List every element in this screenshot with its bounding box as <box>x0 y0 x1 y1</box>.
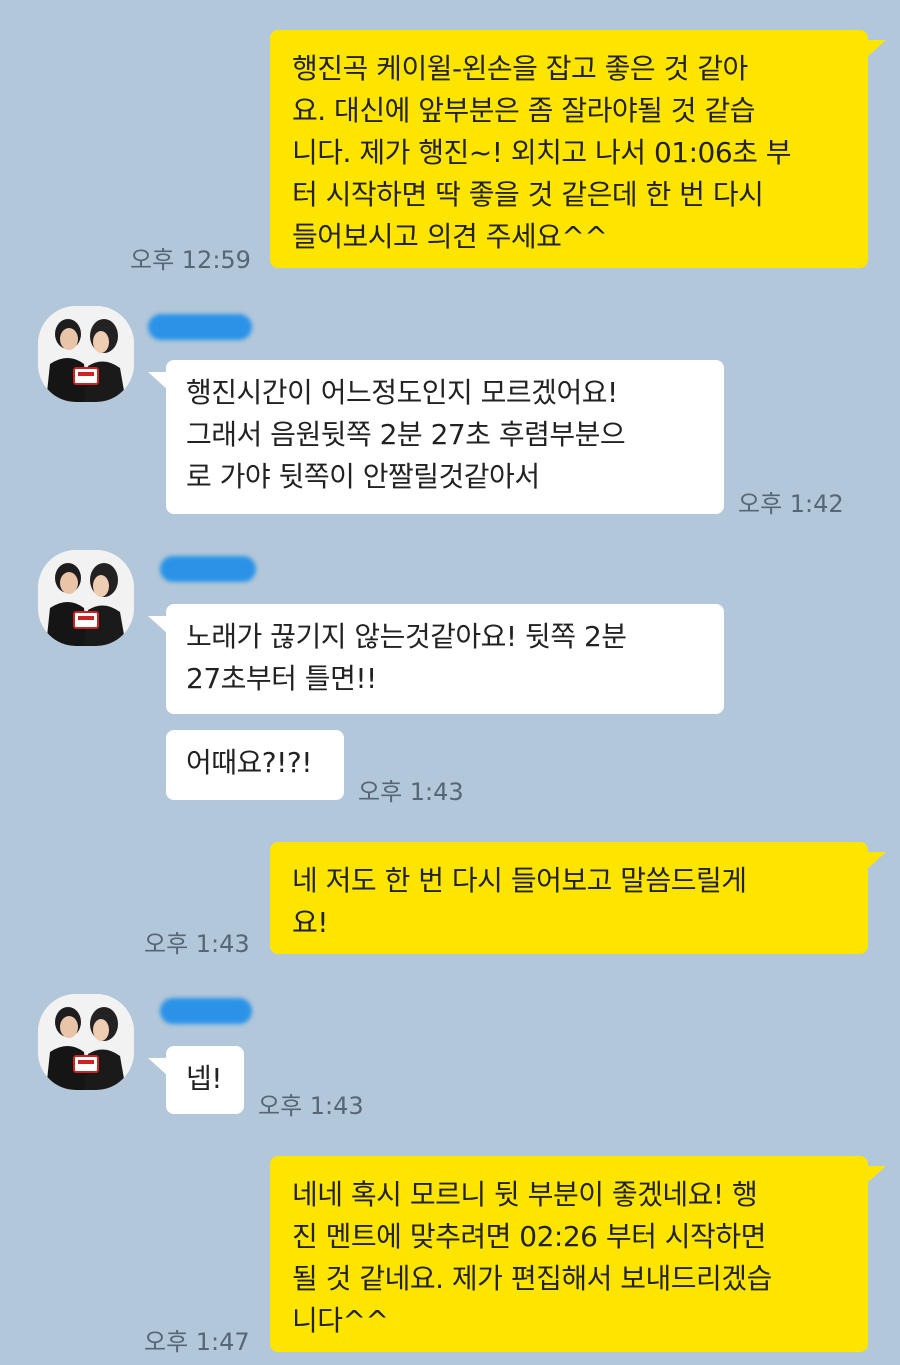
outgoing-message-bubble[interactable]: 행진곡 케이윌-왼손을 잡고 좋은 것 같아 요. 대신에 앞부분은 좀 잘라야… <box>270 30 868 268</box>
message-time: 오후 1:43 <box>144 930 250 958</box>
sender-name-redacted <box>148 314 252 340</box>
avatar[interactable] <box>38 306 134 402</box>
message-time: 오후 1:42 <box>738 490 844 518</box>
outgoing-message-bubble[interactable]: 네 저도 한 번 다시 들어보고 말씀드릴게 요! <box>270 842 868 954</box>
message-time: 오후 1:47 <box>144 1328 250 1356</box>
incoming-message-bubble[interactable]: 노래가 끊기지 않는것같아요! 뒷쪽 2분 27초부터 틀면!! <box>166 604 724 714</box>
bubble-tail <box>148 372 168 390</box>
incoming-message-bubble[interactable]: 어때요?!?! <box>166 730 344 800</box>
message-time: 오후 1:43 <box>258 1092 364 1120</box>
bubble-tail <box>866 1166 886 1184</box>
bubble-tail <box>866 40 886 58</box>
bubble-tail <box>148 1058 168 1076</box>
avatar[interactable] <box>38 994 134 1090</box>
message-time: 오후 12:59 <box>130 246 251 274</box>
incoming-message-bubble[interactable]: 넵! <box>166 1046 244 1114</box>
profile-photo-icon <box>38 306 134 402</box>
avatar[interactable] <box>38 550 134 646</box>
profile-photo-icon <box>38 994 134 1090</box>
outgoing-message-bubble[interactable]: 네네 혹시 모르니 뒷 부분이 좋겠네요! 행 진 멘트에 맞추려면 02:26… <box>270 1156 868 1352</box>
sender-name-redacted <box>160 556 256 582</box>
bubble-tail <box>148 616 168 634</box>
incoming-message-bubble[interactable]: 행진시간이 어느정도인지 모르겠어요! 그래서 음원뒷쪽 2분 27초 후렴부분… <box>166 360 724 514</box>
message-time: 오후 1:43 <box>358 778 464 806</box>
bubble-tail <box>866 852 886 870</box>
profile-photo-icon <box>38 550 134 646</box>
sender-name-redacted <box>160 998 252 1024</box>
